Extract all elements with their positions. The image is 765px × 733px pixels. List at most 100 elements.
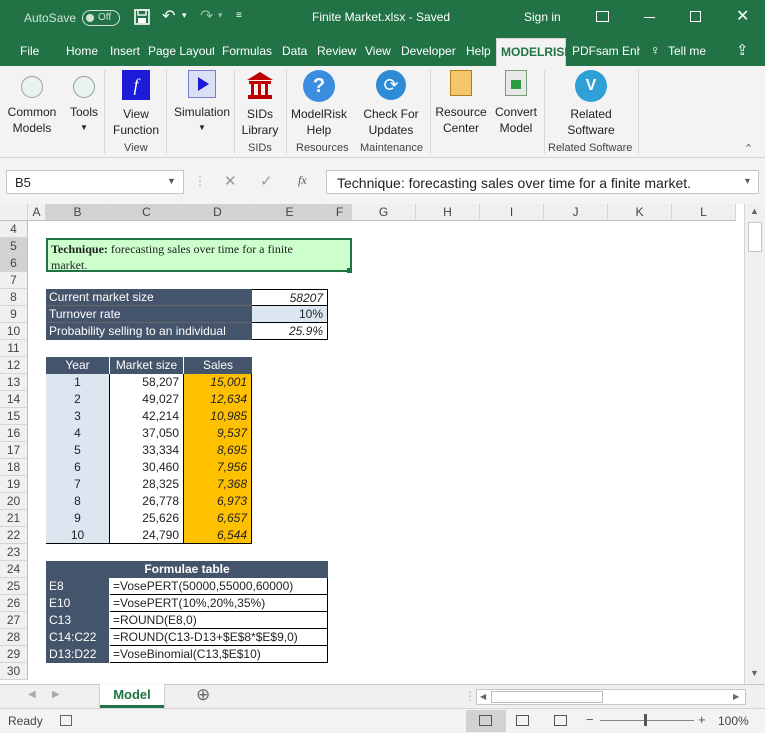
zoom-slider-thumb[interactable] (644, 714, 647, 726)
row-header[interactable]: 11 (0, 340, 28, 357)
scroll-up-icon[interactable]: ▲ (750, 206, 759, 216)
year-cell[interactable]: 8 (46, 493, 110, 510)
year-cell[interactable]: 3 (46, 408, 110, 425)
enter-icon[interactable]: ✓ (260, 172, 273, 190)
prev-sheet-icon[interactable]: ◀ (28, 689, 36, 700)
sids-library-button[interactable]: SIDs Library (238, 66, 282, 140)
row-header[interactable]: 26 (0, 595, 28, 612)
sales-cell[interactable]: 6,973 (184, 493, 252, 510)
param-value[interactable]: 58207 (252, 289, 328, 306)
row-header[interactable]: 10 (0, 323, 28, 340)
tools-button[interactable]: Tools ▼ (64, 66, 104, 140)
col-header[interactable]: C (110, 204, 184, 221)
row-header[interactable]: 16 (0, 425, 28, 442)
market-size-cell[interactable]: 24,790 (110, 527, 184, 544)
row-header[interactable]: 20 (0, 493, 28, 510)
row-header[interactable]: 21 (0, 510, 28, 527)
row-header[interactable]: 13 (0, 374, 28, 391)
param-value[interactable]: 10% (252, 306, 328, 323)
tab-review[interactable]: Review (317, 44, 356, 58)
tab-pdfsam[interactable]: PDFsam Enh (572, 44, 640, 58)
year-cell[interactable]: 9 (46, 510, 110, 527)
row-header[interactable]: 12 (0, 357, 28, 374)
sales-cell[interactable]: 7,956 (184, 459, 252, 476)
customize-qat-icon[interactable]: ≡ (236, 10, 242, 21)
formula-cell-ref[interactable]: C13 (46, 612, 110, 629)
tab-home[interactable]: Home (66, 44, 98, 58)
formula-cell-ref[interactable]: E8 (46, 578, 110, 595)
zoom-in-icon[interactable]: + (698, 712, 706, 727)
year-cell[interactable]: 2 (46, 391, 110, 408)
common-models-button[interactable]: Common Models (2, 66, 62, 140)
year-cell[interactable]: 7 (46, 476, 110, 493)
zoom-slider[interactable] (600, 720, 694, 721)
horizontal-scrollbar[interactable]: ◀ ▶ (476, 689, 746, 705)
col-header[interactable]: K (608, 204, 672, 221)
market-size-cell[interactable]: 25,626 (110, 510, 184, 527)
year-cell[interactable]: 6 (46, 459, 110, 476)
year-cell[interactable]: 10 (46, 527, 110, 544)
row-header[interactable]: 9 (0, 306, 28, 323)
scroll-down-icon[interactable]: ▼ (750, 668, 759, 678)
macro-record-icon[interactable] (60, 715, 72, 726)
col-header[interactable]: G (352, 204, 416, 221)
tab-insert[interactable]: Insert (110, 44, 140, 58)
param-value[interactable]: 25.9% (252, 323, 328, 340)
formula-text[interactable]: =ROUND(C13-D13+$E$8*$E$9,0) (110, 629, 328, 646)
formula-input[interactable]: Technique: forecasting sales over time f… (326, 170, 759, 194)
ribbon-display-icon[interactable] (596, 11, 609, 22)
chevron-down-icon[interactable]: ▼ (167, 176, 176, 186)
minimize-icon[interactable] (644, 17, 655, 18)
row-header[interactable]: 8 (0, 289, 28, 306)
convert-model-button[interactable]: Convert Model (490, 66, 542, 140)
sales-cell[interactable]: 6,544 (184, 527, 252, 544)
zoom-level[interactable]: 100% (718, 714, 749, 728)
col-header[interactable]: B (46, 204, 110, 221)
modelrisk-help-button[interactable]: ? ModelRisk Help (288, 66, 350, 140)
share-icon[interactable]: ⇪ (736, 41, 749, 59)
col-header[interactable]: E (252, 204, 328, 221)
tab-page-layout[interactable]: Page Layout (148, 44, 214, 58)
row-header[interactable]: 24 (0, 561, 28, 578)
col-header[interactable]: A (28, 204, 46, 221)
col-header[interactable]: D (184, 204, 252, 221)
zoom-out-icon[interactable]: − (586, 712, 594, 727)
sheet-tab-model[interactable]: Model (100, 684, 164, 708)
sales-cell[interactable]: 6,657 (184, 510, 252, 527)
row-header[interactable]: 18 (0, 459, 28, 476)
view-function-button[interactable]: f View Function (108, 66, 164, 140)
tell-me-search[interactable]: Tell me (668, 44, 706, 58)
row-header[interactable]: 25 (0, 578, 28, 595)
formula-text[interactable]: =VoseBinomial(C13,$E$10) (110, 646, 328, 663)
year-cell[interactable]: 4 (46, 425, 110, 442)
next-sheet-icon[interactable]: ▶ (52, 689, 60, 700)
technique-cell[interactable]: Technique: forecasting sales over time f… (46, 238, 352, 272)
normal-view-button[interactable] (466, 710, 506, 732)
sales-cell[interactable]: 15,001 (184, 374, 252, 391)
row-header[interactable]: 30 (0, 663, 28, 680)
simulation-button[interactable]: Simulation ▼ (170, 66, 234, 140)
market-size-cell[interactable]: 33,334 (110, 442, 184, 459)
add-sheet-icon[interactable]: ⊕ (196, 685, 210, 705)
market-size-cell[interactable]: 30,460 (110, 459, 184, 476)
formula-cell-ref[interactable]: E10 (46, 595, 110, 612)
scroll-thumb[interactable] (491, 691, 603, 703)
col-header[interactable]: J (544, 204, 608, 221)
page-layout-view-icon[interactable] (516, 715, 529, 726)
row-header[interactable]: 28 (0, 629, 28, 646)
autosave-toggle[interactable]: Off (82, 10, 120, 26)
market-size-cell[interactable]: 28,325 (110, 476, 184, 493)
tab-help[interactable]: Help (466, 44, 491, 58)
row-header[interactable]: 29 (0, 646, 28, 663)
row-header[interactable]: 22 (0, 527, 28, 544)
page-break-view-icon[interactable] (554, 715, 567, 726)
row-header[interactable]: 17 (0, 442, 28, 459)
redo-dropdown-icon[interactable]: ▾ (218, 10, 223, 21)
tab-formulas[interactable]: Formulas (222, 44, 272, 58)
select-all-corner[interactable] (0, 204, 28, 221)
tab-modelrisk[interactable]: MODELRISK (496, 38, 573, 66)
sales-cell[interactable]: 10,985 (184, 408, 252, 425)
row-header[interactable]: 5 (0, 238, 28, 255)
formula-cell-ref[interactable]: D13:D22 (46, 646, 110, 663)
tab-view[interactable]: View (365, 44, 391, 58)
